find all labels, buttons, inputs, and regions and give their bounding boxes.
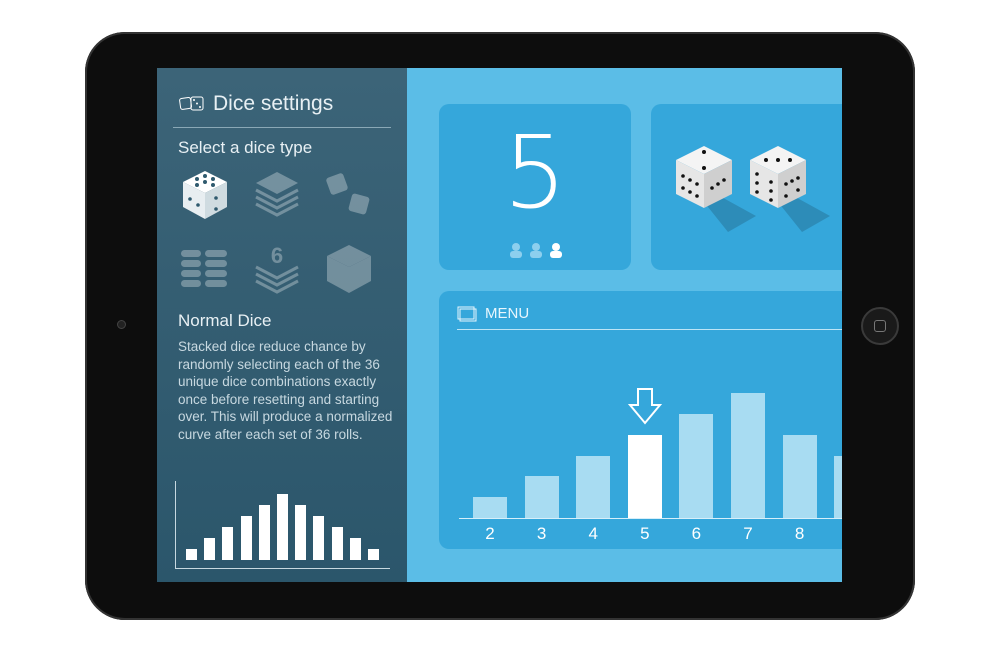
x-tick-label: 9 [834,524,842,544]
screen: Dice settings Select a dice type 6 Norma… [157,68,842,582]
histogram-bar [731,393,765,518]
player-indicators [509,242,563,258]
distribution-bar [258,505,270,560]
histogram-bar [782,434,817,518]
distribution-bar [368,549,379,560]
large-die-icon [327,245,371,293]
menu-icon [457,306,477,321]
single-die-icon [183,171,227,219]
dice-description: Stacked dice reduce chance by randomly s… [178,339,393,442]
home-button[interactable] [861,307,899,345]
selected-dice-name: Normal Dice [178,311,272,330]
dice-type-two[interactable] [319,166,379,224]
distribution-chart [175,481,390,569]
distribution-bar [277,494,288,560]
dice-type-normal[interactable] [175,166,235,224]
divider [457,329,842,330]
x-tick-label: 5 [640,524,650,543]
histogram-card: MENU 2 3 4 5 6 7 8 9 [439,291,842,549]
x-tick-label: 2 [485,524,495,543]
menu-button[interactable]: MENU [457,305,529,322]
histogram-bar [473,497,507,518]
distribution-bar [222,527,234,560]
x-tick-label: 4 [588,524,598,543]
camera [117,320,126,329]
down-arrow-icon [627,387,662,425]
x-tick-label: 7 [743,524,753,543]
dice-type-grid: 6 [175,166,395,298]
svg-text:6: 6 [271,243,283,268]
select-label: Select a dice type [178,138,313,157]
histogram-bar [834,455,842,518]
histogram-bar [679,414,714,518]
divider [173,127,391,128]
dice-card[interactable] [651,104,842,270]
player-icon[interactable] [509,242,523,258]
active-player-icon[interactable] [549,242,563,258]
distribution-bar [240,516,252,560]
x-tick-label: 6 [691,524,702,543]
combination-grid-icon [181,250,227,287]
dice-type-stacked[interactable] [247,166,307,224]
dice-type-combinations[interactable] [175,240,235,298]
distribution-bar [349,538,361,560]
distribution-bar [331,527,343,560]
settings-panel: Dice settings Select a dice type 6 Norma… [157,68,407,582]
stacked-layers-icon [255,172,299,217]
histogram-bar [627,434,662,518]
distribution-bar [295,505,307,560]
x-tick-label: 8 [794,524,805,543]
main-area: 5 MENU 2 3 4 5 6 7 8 9 [407,68,842,582]
distribution-bar [204,538,216,560]
stacked-six-icon: 6 [255,243,299,294]
distribution-bar [186,549,197,560]
x-tick-label: 3 [536,524,547,543]
result-card: 5 [439,104,631,270]
distribution-bar [313,516,325,560]
dice-type-stacked-six[interactable]: 6 [247,240,307,298]
roll-result: 5 [503,114,567,231]
player-icon[interactable] [529,242,543,258]
two-dice-icon [326,173,370,215]
histogram-bar [524,476,559,518]
histogram-bar [576,455,611,518]
dice-pair-icon [676,146,830,232]
dice-icon [179,96,204,111]
x-axis [459,518,842,519]
panel-title: Dice settings [179,92,333,116]
dice-type-large[interactable] [319,240,379,298]
